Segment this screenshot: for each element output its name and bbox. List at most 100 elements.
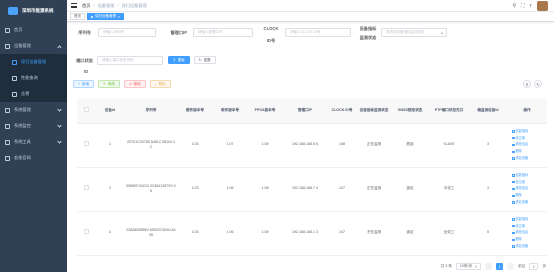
row-checkbox[interactable]	[83, 141, 89, 147]
sidebar-item-system[interactable]: 系统管理	[0, 102, 67, 118]
op-reboot[interactable]: 重启设备	[512, 244, 528, 249]
search-toggle-icon[interactable]: ⚲	[523, 80, 531, 88]
mgmt-ip-input[interactable]: 请输入管理口IP	[193, 28, 253, 37]
table-row[interactable]: 2 3985EF43C02 023041357S0 V5 1.03 1.06 1…	[77, 167, 547, 212]
breadcrumb-home[interactable]: 首页	[82, 3, 90, 9]
mgmt-ip-label: 管理口IP	[170, 29, 187, 35]
op-performance[interactable]: 性能指标	[512, 173, 528, 178]
form-item-serial: 序列号 请输入序列号	[77, 28, 156, 37]
hamburger-icon[interactable]	[71, 3, 77, 8]
cell-gnss-status: 锁定	[391, 211, 429, 256]
row-checkbox[interactable]	[83, 229, 89, 235]
sidebar-item-monitor[interactable]: 系统监控	[0, 118, 67, 134]
refresh-icon[interactable]: ↻	[534, 80, 542, 88]
table-row[interactable]: 1 20T01C20755 5481C76D04 3C 1.03 1.07 1.…	[77, 123, 547, 168]
port-input[interactable]: 请输入端口状态号码	[97, 56, 163, 65]
reset-button[interactable]: ↻ 重置	[193, 56, 216, 64]
column-header[interactable]: GNSS锁定状态	[391, 99, 429, 124]
sidebar-item-home[interactable]: 首页	[0, 22, 67, 38]
status-select[interactable]: 请选择设备指标监测状态	[381, 28, 447, 37]
chart-icon	[512, 218, 515, 221]
tag-home[interactable]: 首页	[70, 13, 85, 20]
status-label-line2: 监测状态	[359, 35, 377, 40]
column-header[interactable]: CLOCK ID号	[327, 99, 357, 124]
column-header[interactable]: 管理口IP	[283, 99, 327, 124]
op-location[interactable]: 告位置	[512, 136, 525, 141]
add-button[interactable]: + 新增	[73, 80, 95, 88]
edit-icon	[512, 143, 515, 147]
clock-input[interactable]: 请输入CLOCK ID号	[285, 28, 351, 37]
avatar[interactable]	[537, 0, 548, 11]
export-button[interactable]: ↓ 导出	[149, 80, 171, 88]
sidebar-item-label: 系统管理	[14, 107, 31, 112]
tag-device-list[interactable]: 保扫设备管理 ×	[87, 13, 125, 20]
page-number-current[interactable]: 1	[496, 263, 504, 270]
form-item-mgmt-ip: 管理口IP 请输入管理口IP	[167, 28, 253, 37]
fullscreen-icon[interactable]: ⛶	[521, 3, 525, 9]
chevron-down-icon: ˅	[475, 264, 478, 269]
tag-label: 保扫设备管理	[95, 14, 116, 18]
sidebar-item-device-list[interactable]: 保扫设备管理	[0, 54, 67, 70]
op-edit[interactable]: 修改信息	[512, 186, 528, 191]
cell-serial: 230A839855V M53/G76040 A135	[125, 211, 177, 256]
op-label: 删除	[515, 237, 522, 242]
op-delete[interactable]: 删除	[512, 237, 522, 242]
op-edit[interactable]: 修改信息	[512, 230, 528, 235]
op-location[interactable]: 告位置	[512, 180, 525, 185]
op-label: 删除	[515, 193, 522, 198]
op-performance[interactable]: 性能指标	[512, 217, 528, 222]
sidebar-item-alarm[interactable]: 告警	[0, 86, 67, 102]
op-label: 性能指标	[515, 128, 529, 133]
op-reboot[interactable]: 重启设备	[512, 156, 528, 161]
form-item-port: 端口状态 请输入端口状态号码	[73, 56, 163, 65]
op-edit[interactable]: 修改信息	[512, 142, 528, 147]
font-size-icon[interactable]: T	[530, 3, 532, 8]
column-header[interactable]: 硬件版本号	[177, 99, 213, 124]
plus-icon: +	[78, 82, 81, 86]
sidebar-item-label: 设备管理	[14, 43, 31, 48]
table-row[interactable]: 3 230A839855V M53/G76040 A135 1.03 1.06 …	[77, 211, 547, 256]
column-header[interactable]: 软件版本号	[213, 99, 247, 124]
column-header[interactable]: 序列号	[125, 99, 177, 124]
op-label: 重启设备	[515, 243, 529, 248]
breadcrumb-device: 设备管理	[97, 2, 115, 8]
column-header[interactable]: PTP端口状态先口	[429, 99, 469, 124]
op-performance[interactable]: 性能指标	[512, 129, 528, 134]
location-icon	[512, 180, 515, 184]
op-location[interactable]: 告位置	[512, 224, 525, 229]
sidebar-item-device-management[interactable]: 设备管理	[0, 38, 67, 54]
edit-button[interactable]: ✎ 修改	[98, 80, 120, 88]
select-all-checkbox[interactable]	[83, 107, 89, 113]
column-header[interactable]: 端监测设备Id	[469, 99, 507, 124]
logo-icon	[8, 7, 18, 15]
clock-label-line2: ID号	[266, 38, 276, 43]
chart-icon	[512, 130, 515, 133]
search-icon[interactable]: ⚲	[512, 3, 516, 9]
next-page-button[interactable]: ›	[507, 263, 515, 270]
op-reboot[interactable]: 重启设备	[512, 200, 528, 205]
op-delete[interactable]: 删除	[512, 193, 522, 198]
page-size-select[interactable]: 10条/页 ˅	[455, 263, 482, 270]
cell-monitor-status: 正在监测	[357, 123, 391, 168]
prev-page-button[interactable]: ‹	[485, 263, 493, 270]
sidebar-item-website[interactable]: 若依官网	[0, 150, 67, 166]
cell-ptp-status: SLAVE	[429, 123, 469, 168]
column-header[interactable]: 设备Id	[95, 99, 125, 124]
sidebar-item-tools[interactable]: 系统工具	[0, 134, 67, 150]
op-delete[interactable]: 删除	[512, 149, 522, 154]
submenu-device: 保扫设备管理 性能查询 告警	[0, 54, 67, 102]
search-button[interactable]: ⚲ 搜索	[168, 56, 190, 64]
serial-input[interactable]: 请输入序列号	[98, 28, 156, 37]
goto-page-input[interactable]: 1	[529, 263, 539, 270]
cell-monitor-device-id: 5	[469, 211, 507, 256]
page-size-value: 10条/页	[459, 264, 473, 268]
app-logo[interactable]: 深圳市能源系统	[0, 0, 67, 22]
sidebar-item-performance[interactable]: 性能查询	[0, 70, 67, 86]
column-header[interactable]: FPGA版本号	[247, 99, 283, 124]
sidebar: 深圳市能源系统 首页 设备管理 保扫设备管理 性能查询 告警 系统管理 系统监控	[0, 0, 67, 272]
delete-button[interactable]: ✕ 删除	[123, 80, 146, 88]
cell-mgmt-ip: 192.168.188.5 6	[283, 123, 327, 168]
column-header[interactable]: 设备指标监测状态	[357, 99, 391, 124]
row-checkbox[interactable]	[83, 185, 89, 191]
close-icon[interactable]: ×	[118, 15, 120, 19]
